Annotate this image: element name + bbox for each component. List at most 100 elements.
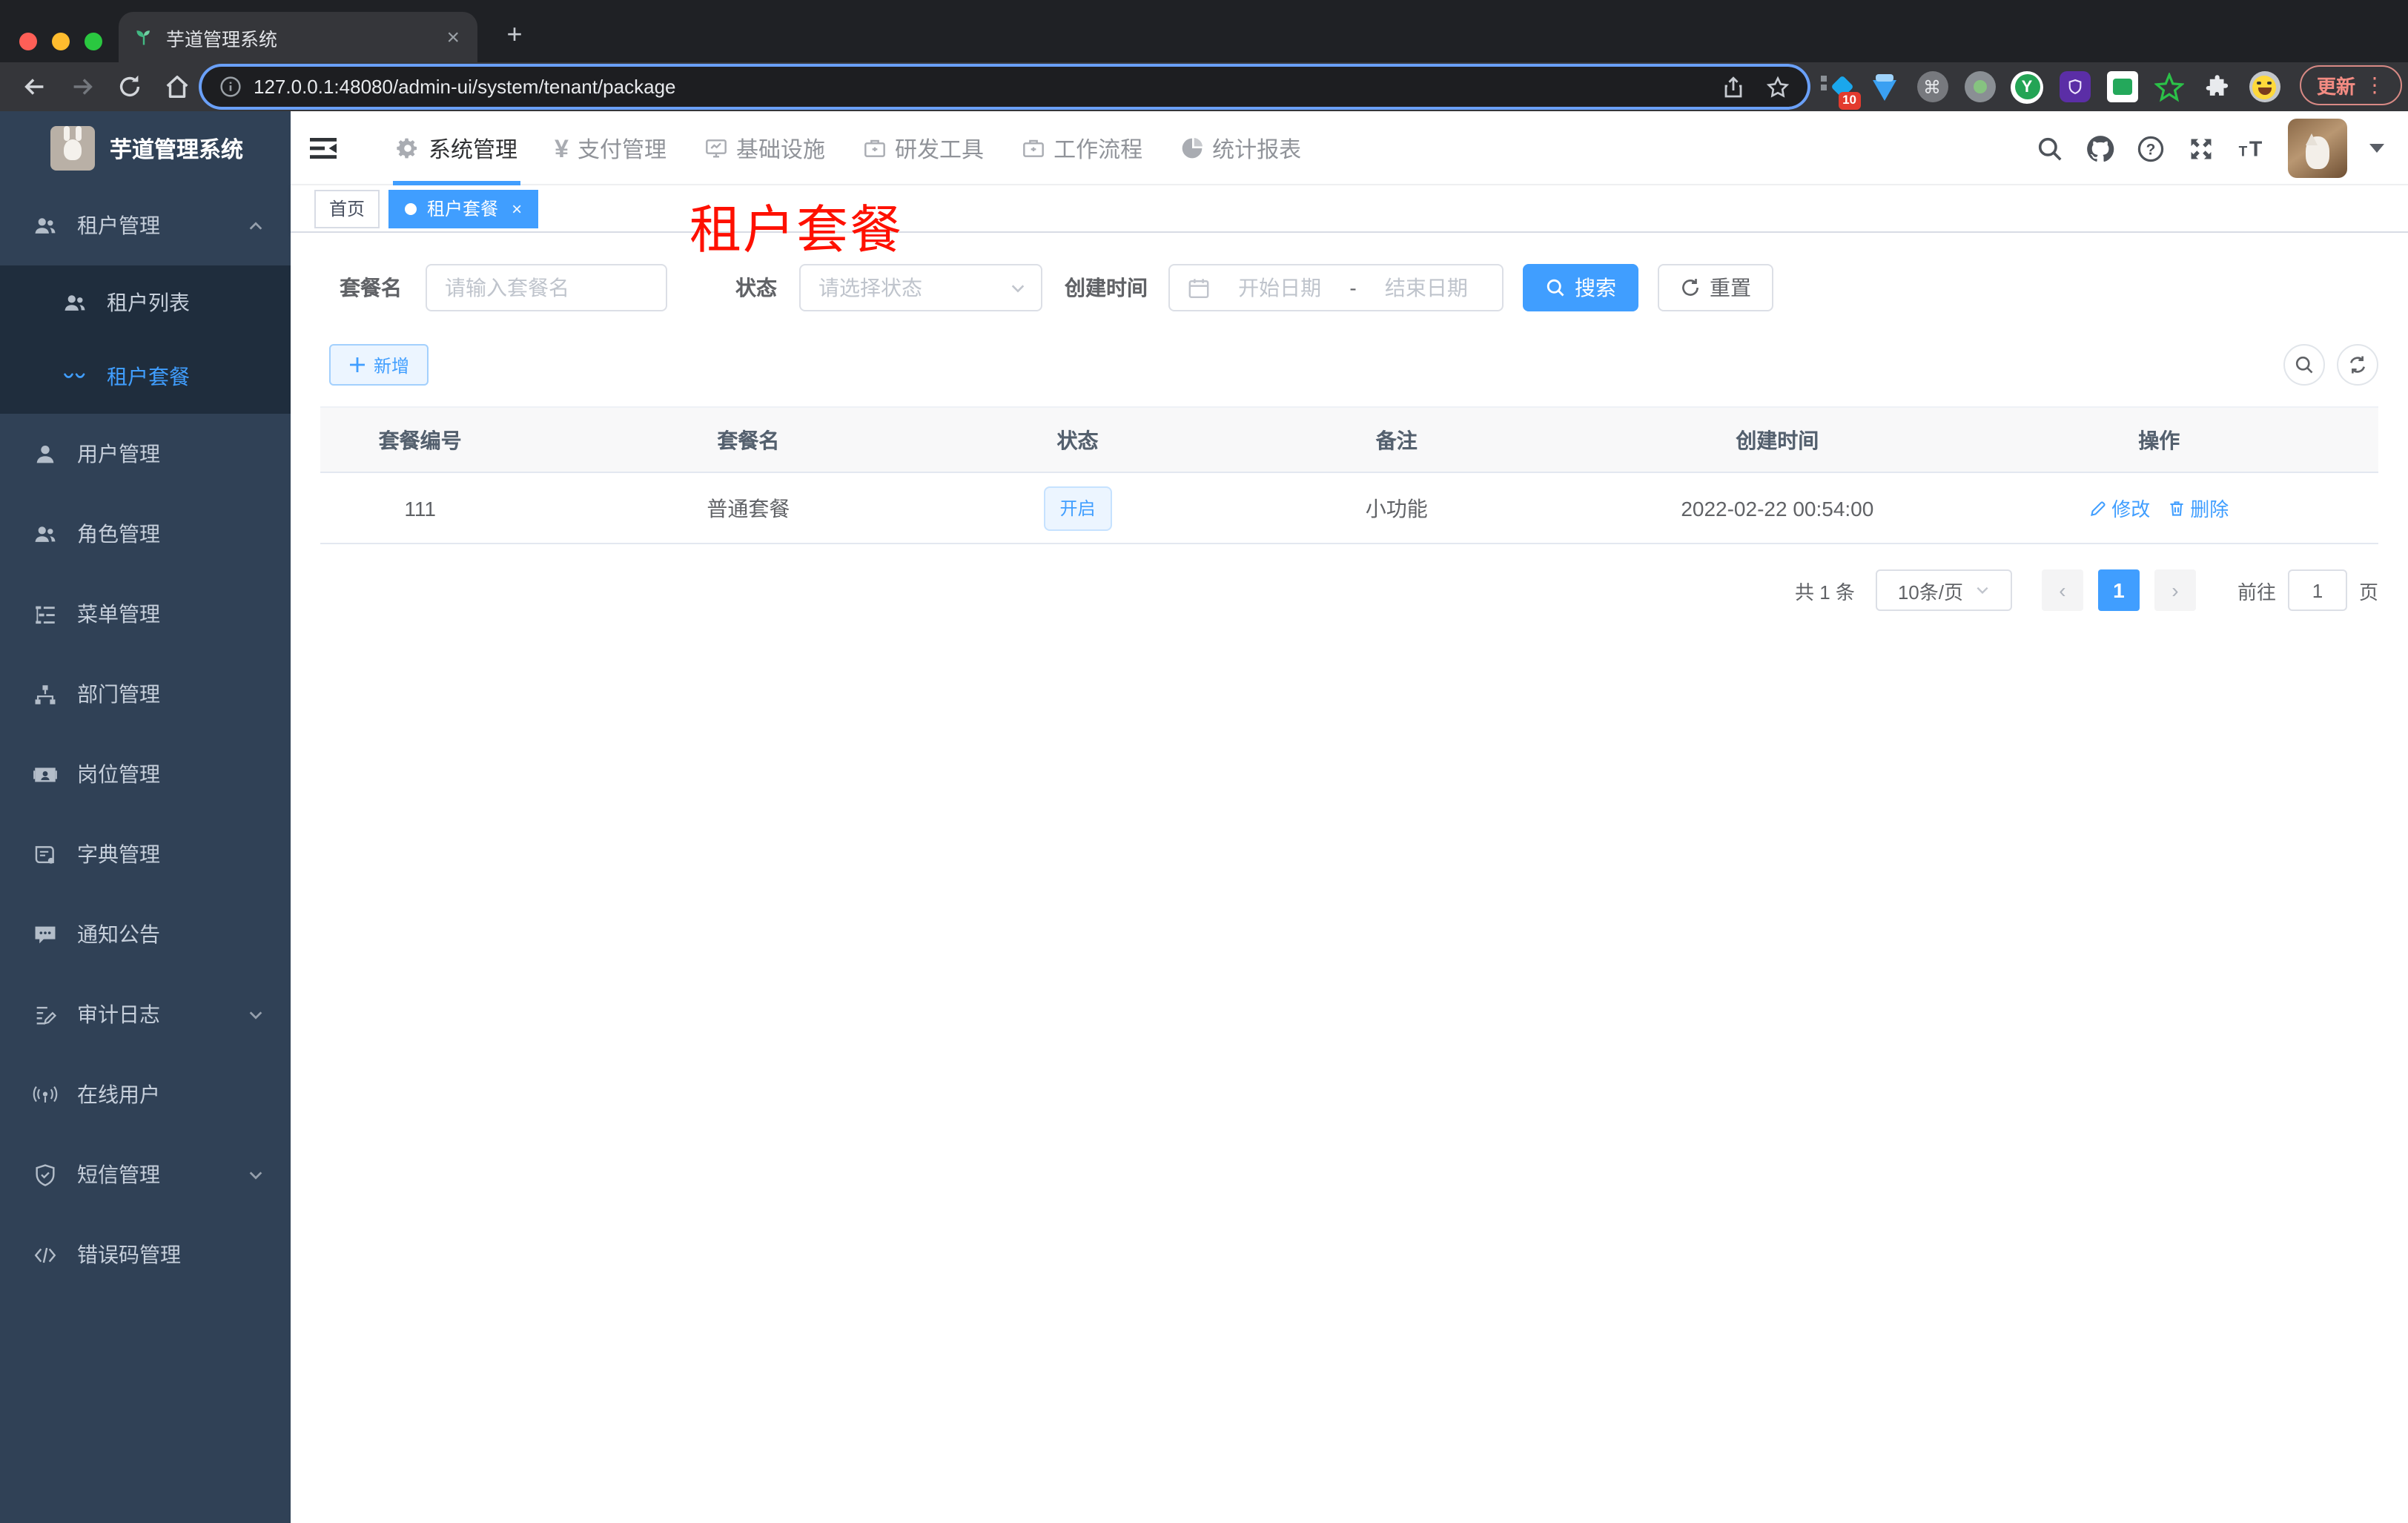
sidebar-collapse-icon[interactable] (308, 133, 338, 163)
reset-button[interactable]: 重置 (1658, 264, 1773, 311)
sidebar-item-notice[interactable]: 通知公告 (0, 894, 291, 974)
sidebar-item-tenant-management[interactable]: 租户管理 (0, 185, 291, 265)
show-search-button[interactable] (2283, 344, 2325, 386)
github-icon[interactable] (2086, 134, 2114, 162)
add-button[interactable]: 新增 (329, 344, 429, 386)
bookmark-star-icon[interactable] (1766, 75, 1790, 99)
sidebar-item-tenant-package[interactable]: 租户套餐 (0, 340, 291, 414)
chevron-down-icon (249, 1011, 262, 1019)
window-close-button[interactable] (19, 33, 37, 50)
tag-home[interactable]: 首页 (314, 189, 380, 228)
sidebar-item-post-management[interactable]: 岗位管理 (0, 734, 291, 814)
dict-book-icon (35, 845, 54, 863)
peoples-icon (35, 217, 56, 233)
sidebar-item-department-management[interactable]: 部门管理 (0, 654, 291, 734)
topnav-item-infrastructure[interactable]: 基础设施 (701, 111, 828, 185)
sms-shield-icon (36, 1163, 55, 1186)
sidebar-item-label: 菜单管理 (77, 602, 160, 626)
tag-tenant-package[interactable]: 租户套餐 × (388, 189, 539, 228)
home-icon[interactable] (163, 73, 191, 101)
address-bar[interactable]: 127.0.0.1:48080/admin-ui/system/tenant/p… (202, 67, 1807, 107)
date-start-placeholder: 开始日期 (1238, 276, 1322, 300)
status-badge: 开启 (1043, 486, 1112, 530)
reload-icon[interactable] (116, 73, 144, 101)
sidebar-item-dict-management[interactable]: 字典管理 (0, 814, 291, 894)
app-window: 芋道管理系统 租户管理 租户列表 租户套餐 用户管理 角色管理 菜单管理 部门管… (0, 111, 2408, 1523)
table-row[interactable]: 111 普通套餐 开启 小功能 2022-02-22 00:54:00 修改 删… (320, 473, 2378, 544)
topnav-item-dev-tools[interactable]: 研发工具 (859, 111, 987, 185)
topnav-item-workflow[interactable]: 工作流程 (1018, 111, 1145, 185)
search-icon[interactable] (2036, 134, 2064, 162)
tab-close-icon[interactable]: × (443, 26, 463, 48)
column-header[interactable]: 套餐编号 (320, 425, 520, 455)
prev-page-button[interactable]: ‹ (2041, 569, 2083, 611)
extension-y-icon[interactable]: Y (2011, 70, 2043, 103)
sidebar-item-user-management[interactable]: 用户管理 (0, 414, 291, 494)
topnav-item-system[interactable]: 系统管理 (393, 111, 521, 185)
sidebar-item-role-management[interactable]: 角色管理 (0, 494, 291, 574)
sidebar-item-online-users[interactable]: 在线用户 (0, 1054, 291, 1134)
edit-link-label: 修改 (2111, 498, 2151, 521)
delete-link[interactable]: 删除 (2168, 494, 2229, 522)
url-text[interactable]: 127.0.0.1:48080/admin-ui/system/tenant/p… (254, 76, 1701, 98)
sidebar-logo[interactable]: 芋道管理系统 (0, 111, 291, 185)
column-header[interactable]: 套餐名 (520, 425, 976, 455)
font-size-icon[interactable]: T T (2237, 134, 2266, 162)
user-avatar[interactable] (2288, 119, 2347, 178)
extension-tag-manager-icon[interactable]: 10 (1821, 70, 1861, 109)
window-minimize-button[interactable] (52, 33, 70, 50)
extensions-puzzle-icon[interactable] (2200, 70, 2233, 103)
extension-command-icon[interactable]: ⌘ (1916, 70, 1948, 103)
package-name-input[interactable] (427, 265, 666, 310)
sidebar-item-audit-log[interactable]: 审计日志 (0, 974, 291, 1054)
new-tab-button[interactable]: + (498, 21, 531, 47)
date-range-picker[interactable]: 开始日期 - 结束日期 (1168, 264, 1504, 311)
search-button-label: 搜索 (1575, 276, 1616, 300)
tag-close-icon[interactable]: × (512, 198, 522, 219)
forward-icon[interactable] (68, 73, 96, 101)
sidebar-submenu-tenant: 租户列表 租户套餐 (0, 265, 291, 414)
refresh-table-button[interactable] (2337, 344, 2378, 386)
window-zoom-button[interactable] (85, 33, 102, 50)
sidebar-item-error-code[interactable]: 错误码管理 (0, 1215, 291, 1295)
column-header[interactable]: 备注 (1179, 425, 1615, 455)
help-icon[interactable]: ? (2137, 134, 2165, 162)
calendar-icon (1188, 278, 1209, 298)
svg-text:?: ? (2146, 141, 2156, 158)
extension-star-icon[interactable] (2153, 70, 2186, 103)
site-info-icon[interactable] (219, 76, 242, 98)
cell-package-name: 普通套餐 (707, 496, 790, 520)
extension-recorder-icon[interactable] (1963, 70, 1996, 103)
sidebar-item-sms-management[interactable]: 短信管理 (0, 1134, 291, 1215)
extension-shield-icon[interactable] (2058, 70, 2091, 103)
browser-update-menu[interactable]: 更新 ⋮ (2300, 65, 2402, 105)
user-icon (36, 444, 54, 463)
browser-tab[interactable]: 芋道管理系统 × (119, 12, 477, 62)
edit-link[interactable]: 修改 (2089, 494, 2150, 522)
topnav-item-reports[interactable]: 统计报表 (1177, 111, 1304, 185)
goto-page-input[interactable] (2287, 569, 2347, 611)
column-header[interactable]: 创建时间 (1615, 425, 1940, 455)
page-number-1[interactable]: 1 (2097, 569, 2140, 611)
search-button[interactable]: 搜索 (1523, 264, 1638, 311)
sidebar-item-tenant-list[interactable]: 租户列表 (0, 265, 291, 340)
status-select[interactable]: 请选择状态 (799, 264, 1042, 311)
page-size-select[interactable]: 10条/页 (1875, 569, 2012, 611)
next-page-button[interactable]: › (2154, 569, 2196, 611)
column-header[interactable]: 操作 (1940, 425, 2378, 455)
column-header[interactable]: 状态 (977, 425, 1179, 455)
back-icon[interactable] (21, 73, 49, 101)
sidebar-item-menu-management[interactable]: 菜单管理 (0, 574, 291, 654)
avatar-caret-icon[interactable] (2369, 144, 2384, 160)
topnav-item-payment[interactable]: ¥ 支付管理 (552, 111, 669, 185)
tag-label: 首页 (329, 199, 366, 219)
share-icon[interactable] (1721, 75, 1745, 99)
extension-emoji-icon[interactable] (2248, 70, 2280, 103)
extension-gem-icon[interactable] (1868, 70, 1901, 103)
fullscreen-icon[interactable] (2187, 134, 2215, 162)
topnav-item-label: 研发工具 (895, 137, 985, 162)
peoples-icon (35, 526, 56, 541)
extension-chat-icon[interactable] (2106, 70, 2138, 103)
table-header-row: 套餐编号 套餐名 状态 备注 创建时间 操作 (320, 408, 2378, 473)
briefcase-icon (864, 139, 884, 157)
